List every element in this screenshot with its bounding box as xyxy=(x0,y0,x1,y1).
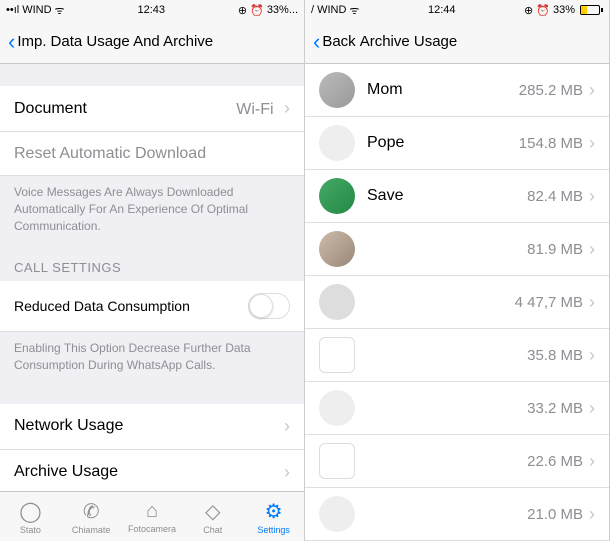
signal-icon: ••ıl xyxy=(6,4,19,16)
contact-name: Save xyxy=(367,187,527,205)
call-settings-header: CALL SETTINGS xyxy=(0,242,304,281)
size-value: 33.2 MB xyxy=(527,400,583,417)
list-item[interactable]: 81.9 MB › xyxy=(305,223,609,276)
status-icon: ◯ xyxy=(19,499,41,524)
left-screen: ••ıl WIND ᯤ 12:43 ⊕ ⏰ 33%... ‹ Imp. Data… xyxy=(0,0,305,541)
back-chevron-icon[interactable]: ‹ xyxy=(8,29,15,55)
back-label[interactable]: Imp. xyxy=(17,33,46,50)
list-item[interactable]: 21.0 MB › xyxy=(305,488,609,541)
avatar xyxy=(319,231,355,267)
chevron-right-icon: › xyxy=(589,239,595,260)
size-value: 82.4 MB xyxy=(527,188,583,205)
chevron-right-icon: › xyxy=(589,186,595,207)
wifi-icon: ᯤ xyxy=(55,3,65,18)
reduced-data-row: Reduced Data Consumption xyxy=(0,281,304,332)
chevron-right-icon: › xyxy=(284,416,290,437)
avatar xyxy=(319,72,355,108)
back-chevron-icon[interactable]: ‹ xyxy=(313,29,320,55)
chevron-right-icon: › xyxy=(284,98,290,118)
chevron-right-icon: › xyxy=(284,462,290,483)
list-item[interactable]: Save 82.4 MB › xyxy=(305,170,609,223)
list-item[interactable]: 33.2 MB › xyxy=(305,382,609,435)
content: Document Wi-Fi › Reset Automatic Downloa… xyxy=(0,64,304,491)
tab-chiamate[interactable]: ✆ Chiamate xyxy=(61,499,122,535)
tab-chat[interactable]: ◇ Chat xyxy=(182,499,243,535)
chevron-right-icon: › xyxy=(589,504,595,525)
voice-note: Voice Messages Are Always Downloaded Aut… xyxy=(0,176,304,242)
battery-icon xyxy=(578,5,603,15)
document-value: Wi-Fi xyxy=(236,101,273,118)
list-item[interactable]: 35.8 MB › xyxy=(305,329,609,382)
document-row[interactable]: Document Wi-Fi › xyxy=(0,86,304,132)
back-label[interactable]: Back xyxy=(322,33,355,50)
battery-text: 33%... xyxy=(267,4,298,16)
list-item[interactable]: Mom 285.2 MB › xyxy=(305,64,609,117)
size-value: 81.9 MB xyxy=(527,241,583,258)
archive-list: Mom 285.2 MB › Pope 154.8 MB › Save 82.4… xyxy=(305,64,609,541)
chevron-right-icon: › xyxy=(589,292,595,313)
contact-name: Pope xyxy=(367,134,519,152)
list-item[interactable]: 22.6 MB › xyxy=(305,435,609,488)
size-value: 21.0 MB xyxy=(527,506,583,523)
size-value: 22.6 MB xyxy=(527,453,583,470)
camera-icon: ⌂ xyxy=(146,500,158,523)
reduced-note: Enabling This Option Decrease Further Da… xyxy=(0,332,304,382)
chevron-right-icon: › xyxy=(589,133,595,154)
network-usage-row[interactable]: Network Usage › xyxy=(0,404,304,450)
network-label: Network Usage xyxy=(14,417,123,435)
tab-bar: ◯ Stato ✆ Chiamate ⌂ Fotocamera ◇ Chat ⚙… xyxy=(0,491,304,541)
nav-bar: ‹ Imp. Data Usage And Archive xyxy=(0,20,304,64)
chevron-right-icon: › xyxy=(589,451,595,472)
avatar xyxy=(319,390,355,426)
avatar xyxy=(319,337,355,373)
status-bar: / WIND ᯤ 12:44 ⊕ ⏰ 33% xyxy=(305,0,609,20)
gear-icon: ⚙ xyxy=(265,499,283,524)
reset-label: Reset Automatic Download xyxy=(14,145,206,163)
page-title: Archive Usage xyxy=(360,33,458,50)
archive-label: Archive Usage xyxy=(14,463,118,481)
chat-icon: ◇ xyxy=(205,499,220,524)
size-value: 35.8 MB xyxy=(527,347,583,364)
size-value: 285.2 MB xyxy=(519,82,583,99)
avatar xyxy=(319,496,355,532)
page-title: Data Usage And Archive xyxy=(51,33,214,50)
lock-icon: ⊕ xyxy=(524,4,533,17)
alarm-icon: ⏰ xyxy=(536,4,550,17)
chevron-right-icon: › xyxy=(589,345,595,366)
list-item[interactable]: 4 47,7 MB › xyxy=(305,276,609,329)
reduced-toggle[interactable] xyxy=(248,293,290,319)
reset-row[interactable]: Reset Automatic Download xyxy=(0,132,304,176)
phone-icon: ✆ xyxy=(83,499,100,524)
battery-text: 33% xyxy=(553,4,575,16)
avatar xyxy=(319,125,355,161)
reduced-label: Reduced Data Consumption xyxy=(14,298,190,314)
archive-usage-row[interactable]: Archive Usage › xyxy=(0,450,304,491)
size-value: 4 47,7 MB xyxy=(515,294,583,311)
avatar xyxy=(319,284,355,320)
contact-name: Mom xyxy=(367,81,519,99)
chevron-right-icon: › xyxy=(589,80,595,101)
right-screen: / WIND ᯤ 12:44 ⊕ ⏰ 33% ‹ Back Archive Us… xyxy=(305,0,610,541)
size-value: 154.8 MB xyxy=(519,135,583,152)
carrier: WIND xyxy=(22,4,51,16)
nav-bar: ‹ Back Archive Usage xyxy=(305,20,609,64)
status-time: 12:44 xyxy=(428,4,456,16)
lock-icon: ⊕ xyxy=(238,4,247,17)
carrier: WIND xyxy=(317,4,346,16)
chevron-right-icon: › xyxy=(589,398,595,419)
status-time: 12:43 xyxy=(137,4,165,16)
tab-stato[interactable]: ◯ Stato xyxy=(0,499,61,535)
avatar xyxy=(319,178,355,214)
wifi-icon: ᯤ xyxy=(349,3,359,18)
tab-fotocamera[interactable]: ⌂ Fotocamera xyxy=(122,500,183,534)
list-item[interactable]: Pope 154.8 MB › xyxy=(305,117,609,170)
carrier-slash: / xyxy=(311,4,314,16)
avatar xyxy=(319,443,355,479)
document-label: Document xyxy=(14,100,87,118)
tab-settings[interactable]: ⚙ Settings xyxy=(243,499,304,535)
alarm-icon: ⏰ xyxy=(250,4,264,17)
status-bar: ••ıl WIND ᯤ 12:43 ⊕ ⏰ 33%... xyxy=(0,0,304,20)
